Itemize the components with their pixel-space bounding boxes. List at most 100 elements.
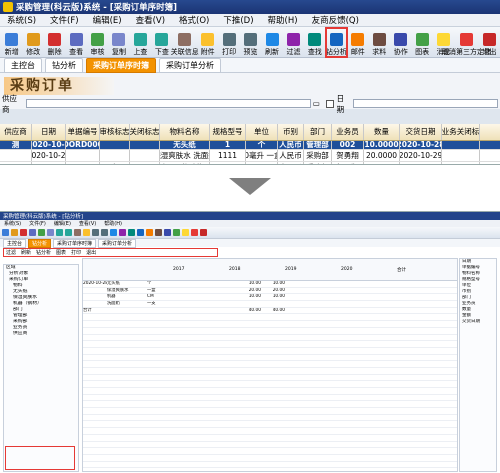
toolbar-button[interactable]: 退出	[479, 28, 500, 57]
bottom-toolbar-icon[interactable]	[155, 229, 162, 236]
subtoolbar-button[interactable]: 退出	[86, 249, 96, 256]
toolbar-button[interactable]: 删除	[44, 28, 65, 57]
bottom-menu-item[interactable]: 系统(S)	[0, 220, 25, 227]
toolbar-button[interactable]: 刷新	[261, 28, 282, 57]
column-header[interactable]: 部门	[304, 124, 332, 140]
bottom-toolbar-icon[interactable]	[110, 229, 117, 236]
toolbar-button[interactable]: 打印	[218, 28, 239, 57]
toolbar-button[interactable]: 附件	[197, 28, 218, 57]
column-header[interactable]: 规格型号	[210, 124, 246, 140]
supplier-lookup-icon[interactable]: ▭	[313, 99, 320, 108]
pivot-row[interactable]	[83, 428, 457, 435]
pivot-row[interactable]: 合计 40.00 40.00	[83, 308, 457, 315]
toolbar-button[interactable]: 新增	[1, 28, 22, 57]
column-header[interactable]: 物料名称	[160, 124, 210, 140]
bottom-toolbar-icon[interactable]	[2, 229, 9, 236]
field-item[interactable]: 交货日期	[460, 319, 496, 325]
subtoolbar-button[interactable]: 过滤	[6, 249, 16, 256]
bottom-toolbar-icon[interactable]	[164, 229, 171, 236]
toolbar-button[interactable]: 复制	[108, 28, 129, 57]
pivot-row[interactable]	[83, 341, 457, 348]
pivot-row[interactable]	[83, 381, 457, 388]
pivot-row[interactable]	[83, 361, 457, 368]
pivot-row[interactable]	[83, 401, 457, 409]
pivot-row[interactable]	[83, 375, 457, 382]
pivot-row[interactable]	[83, 408, 457, 415]
toolbar-button[interactable]: 预览	[240, 28, 261, 57]
menu-item[interactable]: 帮助(H)	[261, 14, 305, 26]
toolbar-button[interactable]: 修改	[22, 28, 43, 57]
pivot-row[interactable]	[83, 355, 457, 362]
column-header[interactable]: 单位	[246, 124, 278, 140]
subtoolbar-button[interactable]: 刷新	[21, 249, 31, 256]
bottom-toolbar-icon[interactable]	[191, 229, 198, 236]
bottom-toolbar-icon[interactable]	[56, 229, 63, 236]
pivot-row[interactable]	[83, 462, 457, 469]
bottom-menu-item[interactable]: 编辑(E)	[50, 220, 75, 227]
tree-item[interactable]: 供应商	[4, 331, 78, 337]
bottom-toolbar-icon[interactable]	[182, 229, 189, 236]
pivot-row[interactable]	[83, 335, 457, 342]
bottom-menu-item[interactable]: 查看(V)	[75, 220, 100, 227]
column-header[interactable]: 数量	[364, 124, 400, 140]
table-row[interactable]: 2020-10-28 市 机器（钢材） CM人民币采购部贺勇翔10.00002020-…	[0, 162, 500, 164]
bottom-menu-item[interactable]: 帮助(H)	[100, 220, 126, 227]
column-header[interactable]: 审核标志	[100, 124, 130, 140]
bottom-toolbar-icon[interactable]	[29, 229, 36, 236]
bottom-toolbar-icon[interactable]	[11, 229, 18, 236]
bottom-toolbar-icon[interactable]	[74, 229, 81, 236]
menu-item[interactable]: 格式(O)	[172, 14, 216, 26]
tab[interactable]: 主控台	[4, 57, 42, 73]
pivot-row[interactable]	[83, 415, 457, 422]
pivot-column-header[interactable]: 2017	[173, 267, 184, 272]
pivot-row[interactable]: 2020-10-28 无头纸 个 10.00 10.00	[83, 281, 457, 288]
tab[interactable]: 钻分析	[45, 57, 83, 73]
column-header[interactable]: 日期	[32, 124, 66, 140]
pivot-row[interactable]	[83, 368, 457, 375]
bottom-toolbar-icon[interactable]	[173, 229, 180, 236]
pivot-column-header[interactable]: 2018	[229, 267, 240, 272]
pivot-row[interactable]	[83, 321, 457, 328]
bottom-toolbar-icon[interactable]	[119, 229, 126, 236]
pivot-row[interactable]	[83, 455, 457, 462]
bottom-toolbar-icon[interactable]	[146, 229, 153, 236]
toolbar-button[interactable]: 图表	[411, 28, 432, 57]
column-header[interactable]: 供应商	[0, 124, 32, 140]
bottom-tab[interactable]: 采购订单分析	[98, 238, 137, 248]
column-header[interactable]: 业务员	[332, 124, 364, 140]
column-header[interactable]: 币别	[278, 124, 304, 140]
pivot-column-header[interactable]: 2019	[285, 267, 296, 272]
toolbar-button[interactable]: 求料	[369, 28, 390, 57]
pivot-row[interactable]: 机器 CM 10.00 10.00	[83, 294, 457, 302]
tab[interactable]: 采购订单序时簿	[86, 57, 156, 73]
pivot-row[interactable]	[83, 348, 457, 355]
subtoolbar-button[interactable]: 钻分析	[36, 249, 51, 256]
menu-item[interactable]: 编辑(E)	[86, 14, 129, 26]
bottom-toolbar-icon[interactable]	[47, 229, 54, 236]
bottom-toolbar-icon[interactable]	[38, 229, 45, 236]
toolbar-button[interactable]: 上查	[130, 28, 151, 57]
pivot-column-header[interactable]: 合计	[397, 267, 406, 273]
pivot-row[interactable]	[83, 448, 457, 455]
subtoolbar-button[interactable]: 打印	[71, 249, 81, 256]
toolbar-button[interactable]: 关联信息	[171, 28, 199, 57]
pivot-row[interactable]	[83, 314, 457, 322]
pivot-row[interactable]: 洗面奶 一支	[83, 301, 457, 308]
toolbar-button[interactable]: 查找	[304, 28, 325, 57]
toolbar-button[interactable]: 审核	[87, 28, 108, 57]
pivot-row[interactable]	[83, 435, 457, 442]
menu-item[interactable]: 友商反馈(Q)	[305, 14, 366, 26]
tab[interactable]: 采购订单分析	[159, 57, 221, 73]
pivot-row[interactable]	[83, 388, 457, 395]
toolbar-button[interactable]: 下查	[151, 28, 172, 57]
bottom-toolbar-icon[interactable]	[128, 229, 135, 236]
pivot-row[interactable]	[83, 421, 457, 429]
column-header[interactable]: 单据编号	[66, 124, 100, 140]
menu-item[interactable]: 下推(D)	[216, 14, 260, 26]
pivot-column-header[interactable]: 2020	[341, 267, 352, 272]
bottom-toolbar-icon[interactable]	[20, 229, 27, 236]
bottom-toolbar-icon[interactable]	[83, 229, 90, 236]
toolbar-button[interactable]: 协作	[390, 28, 411, 57]
pivot-row[interactable]	[83, 395, 457, 402]
table-row[interactable]: 2020-10-28 保湿爽肤水 洗面奶1111一支100毫升 一盒140克人民币…	[0, 150, 500, 162]
